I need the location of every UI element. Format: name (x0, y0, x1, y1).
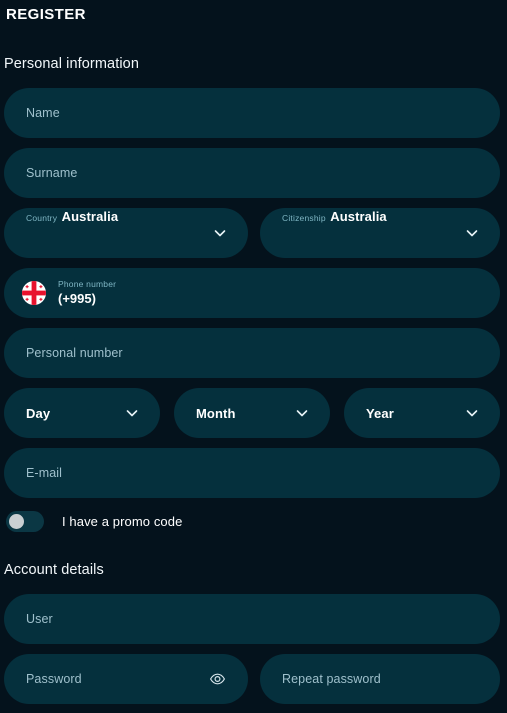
personal-number-input[interactable]: Personal number (4, 328, 500, 378)
email-placeholder: E-mail (26, 466, 63, 480)
password-placeholder: Password (26, 672, 82, 686)
chevron-down-icon (464, 405, 480, 421)
repeat-password-input[interactable]: Repeat password (260, 654, 500, 704)
citizenship-label: Citizenship (282, 213, 326, 223)
country-value: Australia (61, 209, 119, 224)
day-select[interactable]: Day (4, 388, 160, 438)
promo-code-row[interactable]: I have a promo code (6, 508, 182, 534)
chevron-down-icon (212, 225, 228, 241)
year-select[interactable]: Year (344, 388, 500, 438)
georgia-flag-icon (22, 281, 46, 305)
country-select[interactable]: Country Australia (4, 208, 248, 258)
name-input[interactable]: Name (4, 88, 500, 138)
promo-code-toggle[interactable] (6, 510, 44, 532)
name-placeholder: Name (26, 106, 60, 120)
personal-number-placeholder: Personal number (26, 346, 123, 360)
section-heading-account-details: Account details (4, 562, 104, 578)
phone-number-value: (+995) (58, 291, 96, 307)
country-label: Country (26, 213, 58, 223)
repeat-password-placeholder: Repeat password (282, 672, 381, 686)
month-value: Month (196, 405, 236, 421)
citizenship-select[interactable]: Citizenship Australia (260, 208, 500, 258)
surname-input[interactable]: Surname (4, 148, 500, 198)
chevron-down-icon (294, 405, 310, 421)
password-input[interactable]: Password (4, 654, 248, 704)
phone-number-field[interactable]: Phone number (+995) (4, 268, 500, 318)
year-value: Year (366, 405, 394, 421)
phone-number-label: Phone number (58, 278, 117, 289)
section-heading-personal-information: Personal information (4, 56, 139, 72)
chevron-down-icon (464, 225, 480, 241)
month-select[interactable]: Month (174, 388, 330, 438)
day-value: Day (26, 405, 51, 421)
phone-text-group: Phone number (+995) (58, 278, 117, 307)
user-placeholder: User (26, 612, 53, 626)
page-title: REGISTER (6, 6, 86, 23)
promo-code-label: I have a promo code (62, 513, 183, 529)
register-page: REGISTER Personal information Name Surna… (0, 0, 507, 713)
chevron-down-icon (124, 405, 140, 421)
toggle-knob (9, 513, 24, 529)
user-input[interactable]: User (4, 594, 500, 644)
eye-icon[interactable] (209, 671, 226, 688)
citizenship-value: Australia (330, 209, 387, 224)
email-input[interactable]: E-mail (4, 448, 500, 498)
surname-placeholder: Surname (26, 166, 78, 180)
